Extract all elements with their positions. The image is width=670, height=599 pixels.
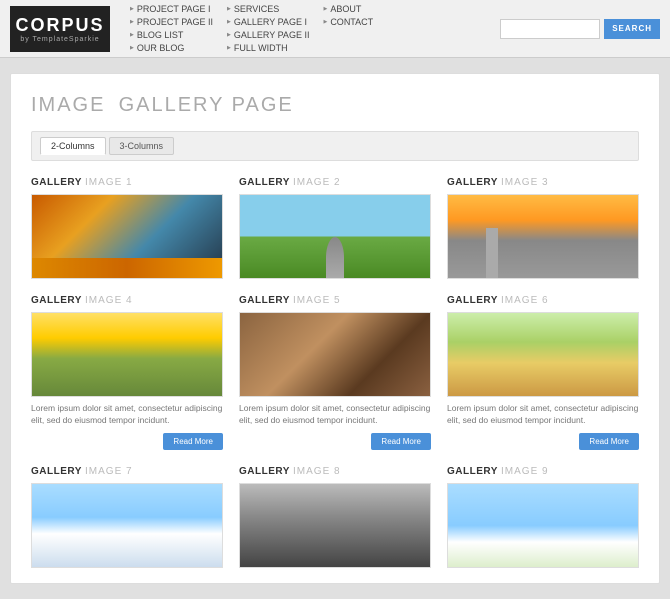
gallery-item: GALLERY IMAGE 4 Lorem ipsum dolor sit ame… (31, 295, 223, 450)
gallery-item: GALLERY IMAGE 2 (239, 177, 431, 279)
gallery-description: Lorem ipsum dolor sit amet, consectetur … (239, 403, 431, 427)
tab-2-columns[interactable]: 2-Columns (40, 137, 106, 155)
gallery-grid: GALLERY IMAGE 1 GALLERY IMAGE 2 GALLERY IM… (31, 177, 639, 568)
gallery-item: GALLERY IMAGE 7 (31, 466, 223, 568)
page-title: IMAGE GALLERY PAGE (31, 94, 639, 117)
gallery-item: GALLERY IMAGE 1 (31, 177, 223, 279)
page-title-main: IMAGE (31, 94, 105, 116)
gallery-image[interactable] (447, 483, 639, 568)
search-input[interactable] (500, 19, 600, 39)
gallery-item: GALLERY IMAGE 6 Lorem ipsum dolor sit ame… (447, 295, 639, 450)
gallery-image[interactable] (31, 483, 223, 568)
gallery-image[interactable] (239, 194, 431, 279)
gallery-image[interactable] (447, 312, 639, 397)
nav-item[interactable]: FULL WIDTH (227, 43, 309, 53)
gallery-image[interactable] (447, 194, 639, 279)
gallery-item: GALLERY IMAGE 5 Lorem ipsum dolor sit ame… (239, 295, 431, 450)
gallery-item-title: GALLERY IMAGE 8 (239, 466, 431, 477)
nav-item[interactable]: PROJECT PAGE II (130, 17, 213, 27)
gallery-item: GALLERY IMAGE 3 (447, 177, 639, 279)
gallery-item-title: GALLERY IMAGE 4 (31, 295, 223, 306)
gallery-item-title: GALLERY IMAGE 2 (239, 177, 431, 188)
tabs-bar: 2-Columns3-Columns (31, 131, 639, 161)
nav-item[interactable]: PROJECT PAGE I (130, 4, 213, 14)
gallery-item: GALLERY IMAGE 8 (239, 466, 431, 568)
gallery-image[interactable] (31, 312, 223, 397)
main-wrapper: IMAGE GALLERY PAGE 2-Columns3-Columns GA… (0, 58, 670, 599)
nav-col-2: SERVICES GALLERY PAGE I GALLERY PAGE II FUL… (227, 4, 309, 53)
nav-item[interactable]: ABOUT (323, 4, 373, 14)
nav-item[interactable]: SERVICES (227, 4, 309, 14)
gallery-item: GALLERY IMAGE 9 (447, 466, 639, 568)
nav-item[interactable]: GALLERY PAGE II (227, 30, 309, 40)
nav-col-1: PROJECT PAGE I PROJECT PAGE II BLOG LIST OU… (130, 4, 213, 53)
read-more-button[interactable]: Read More (579, 433, 639, 450)
tab-3-columns[interactable]: 3-Columns (109, 137, 175, 155)
nav-item[interactable]: BLOG LIST (130, 30, 213, 40)
gallery-item-title: GALLERY IMAGE 5 (239, 295, 431, 306)
nav: PROJECT PAGE I PROJECT PAGE II BLOG LIST OU… (130, 4, 500, 53)
nav-item[interactable]: CONTACT (323, 17, 373, 27)
gallery-image[interactable] (239, 312, 431, 397)
read-more-button[interactable]: Read More (371, 433, 431, 450)
nav-col-3: ABOUT CONTACT (323, 4, 373, 53)
gallery-description: Lorem ipsum dolor sit amet, consectetur … (447, 403, 639, 427)
content-box: IMAGE GALLERY PAGE 2-Columns3-Columns GA… (10, 73, 660, 584)
read-more-button[interactable]: Read More (163, 433, 223, 450)
logo-subtitle: by TemplateSparkie (20, 36, 99, 43)
gallery-description: Lorem ipsum dolor sit amet, consectetur … (31, 403, 223, 427)
gallery-item-title: GALLERY IMAGE 1 (31, 177, 223, 188)
header: CORPUS by TemplateSparkie PROJECT PAGE I… (0, 0, 670, 58)
gallery-image[interactable] (239, 483, 431, 568)
gallery-item-title: GALLERY IMAGE 3 (447, 177, 639, 188)
nav-item[interactable]: OUR BLOG (130, 43, 213, 53)
gallery-item-title: GALLERY IMAGE 6 (447, 295, 639, 306)
gallery-item-title: GALLERY IMAGE 7 (31, 466, 223, 477)
search-button[interactable]: SEARCH (604, 19, 660, 39)
logo: CORPUS by TemplateSparkie (10, 6, 110, 52)
gallery-image[interactable] (31, 194, 223, 279)
page-title-sub: GALLERY PAGE (119, 94, 294, 116)
search-area: SEARCH (500, 19, 660, 39)
logo-title: CORPUS (15, 15, 104, 36)
gallery-item-title: GALLERY IMAGE 9 (447, 466, 639, 477)
nav-item[interactable]: GALLERY PAGE I (227, 17, 309, 27)
